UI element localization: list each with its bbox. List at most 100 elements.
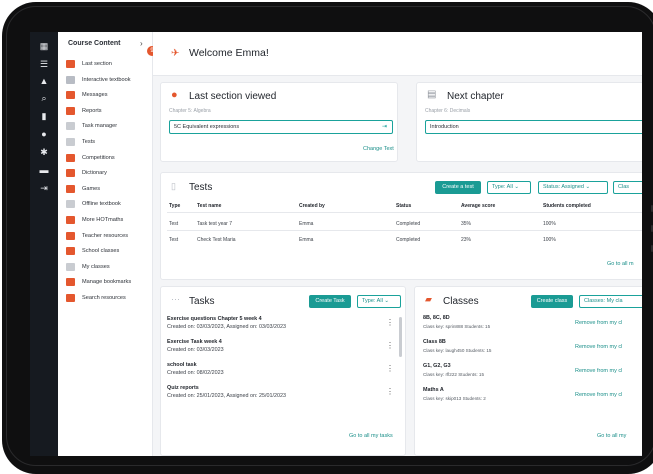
last-section-icon xyxy=(66,60,75,68)
sidebar-item-label: My classes xyxy=(82,263,110,270)
selected-chapter: Introduction xyxy=(430,124,459,130)
type-filter[interactable]: Type: All ⌄ xyxy=(487,181,531,194)
rocket-icon: ✈ xyxy=(171,48,180,59)
sidebar-item-interactive-textbook[interactable]: Interactive textbook xyxy=(66,74,152,86)
book-icon[interactable]: ▮ xyxy=(38,110,50,122)
go-to-all-classes-link[interactable]: Go to all my xyxy=(597,433,626,439)
more-options-icon[interactable]: ⋮ xyxy=(386,318,394,327)
cell-created-by: Emma xyxy=(299,237,314,243)
cell-average-score: 35% xyxy=(461,221,472,227)
sidebar-item-school-classes[interactable]: School classes xyxy=(66,245,152,257)
reports-icon xyxy=(66,106,75,115)
search-icon[interactable]: ⌕ xyxy=(38,92,50,104)
sidebar-item-my-classes[interactable]: My classes xyxy=(66,261,152,273)
messages-icon xyxy=(66,91,75,100)
more-options-icon[interactable]: ⋮ xyxy=(386,364,394,373)
list-icon[interactable]: ☰ xyxy=(38,58,50,70)
sidebar-item-tests[interactable]: Tests xyxy=(66,136,152,148)
sidebar-item-label: Interactive textbook xyxy=(82,76,131,83)
sidebar-item-offline-textbook[interactable]: Offline textbook xyxy=(66,198,152,210)
go-to-all-tests-link[interactable]: Go to all m xyxy=(607,261,634,267)
my-classes-icon xyxy=(66,262,75,271)
sidebar-item-teacher-resources[interactable]: Teacher resources xyxy=(66,230,152,242)
change-text-link[interactable]: Change Text xyxy=(363,146,394,152)
remove-class-link[interactable]: Remove from my cl xyxy=(575,392,622,398)
remove-class-link[interactable]: Remove from my cl xyxy=(575,344,622,350)
more-hotmaths-icon xyxy=(66,216,75,224)
card-title: Last section viewed xyxy=(189,91,277,102)
cell-created-by: Emma xyxy=(299,221,314,227)
chevron-right-icon[interactable]: › xyxy=(140,39,143,48)
clipboard-icon: ▯ xyxy=(171,181,176,191)
card-title: Tasks xyxy=(189,296,215,307)
create-class-button[interactable]: Create class xyxy=(531,295,573,308)
task-meta: Created on: 03/03/2023 xyxy=(167,347,224,353)
task-name: school task xyxy=(167,362,197,368)
column-header: Type xyxy=(169,203,181,209)
bell-icon[interactable]: ▲ xyxy=(38,75,50,87)
sidebar-item-last-section[interactable]: Last section xyxy=(66,58,152,70)
classes-filter-value: Classes: My cla xyxy=(584,298,623,304)
class-meta: Class key: skip013 Students: 2 xyxy=(423,396,486,401)
logout-icon[interactable]: ⇥ xyxy=(38,182,50,194)
type-filter-value: Type: All xyxy=(492,184,513,190)
message-icon[interactable]: ▬ xyxy=(38,164,50,176)
sidebar-item-label: School classes xyxy=(82,248,120,255)
column-header: Status xyxy=(396,203,412,209)
settings-icon[interactable]: ✱ xyxy=(38,146,50,158)
type-filter[interactable]: Type: All ⌄ xyxy=(357,295,401,308)
task-manager-icon xyxy=(66,122,75,131)
last-section-select[interactable]: 5C Equivalent expressions ⇥ xyxy=(169,120,393,134)
menu-heading: Course Content xyxy=(68,40,121,47)
sidebar-item-dictionary[interactable]: Dictionary xyxy=(66,167,152,179)
sidebar-item-label: Last section xyxy=(82,61,112,67)
games-icon xyxy=(66,184,75,193)
remove-class-link[interactable]: Remove from my cl xyxy=(575,320,622,326)
sidebar-item-label: Reports xyxy=(82,107,102,114)
help-icon[interactable]: ● xyxy=(38,128,50,140)
go-to-all-tasks-link[interactable]: Go to all my tasks xyxy=(349,433,393,439)
sidebar-item-label: Offline textbook xyxy=(82,201,121,208)
remove-class-link[interactable]: Remove from my cl xyxy=(575,368,622,374)
sidebar-item-label: Competitions xyxy=(82,154,115,161)
sidebar-item-reports[interactable]: Reports xyxy=(66,105,152,117)
cell-students-completed: 100% xyxy=(543,221,556,227)
sidebar-item-messages[interactable]: Messages xyxy=(66,89,152,101)
card-title: Classes xyxy=(443,296,479,307)
cell-status: Completed xyxy=(396,221,421,227)
divider xyxy=(167,212,642,213)
scrollbar[interactable] xyxy=(399,317,402,357)
welcome-message: Welcome Emma! xyxy=(189,47,269,59)
class-meta: Class key: sprin888 Students: 15 xyxy=(423,324,491,329)
course-content-menu: Course Content › 9 Last section Interacti… xyxy=(58,32,157,456)
go-arrow-icon[interactable]: ⇥ xyxy=(382,121,387,133)
task-meta: Created on: 08/02/2023 xyxy=(167,370,224,376)
dictionary-icon xyxy=(66,169,75,178)
tasks-icon: ⋯ xyxy=(171,294,180,304)
next-chapter-select[interactable]: Introduction xyxy=(425,120,642,134)
create-test-button[interactable]: Create a test xyxy=(435,181,481,194)
sidebar-item-more-hotmaths[interactable]: More HOTmaths xyxy=(66,214,152,226)
more-options-icon[interactable]: ⋮ xyxy=(386,387,394,396)
cell-status: Completed xyxy=(396,237,421,243)
create-task-button[interactable]: Create Task xyxy=(309,295,351,308)
more-options-icon[interactable]: ⋮ xyxy=(386,341,394,350)
sidebar-item-label: Search resources xyxy=(82,295,126,301)
sidebar-item-search-resources[interactable]: Search resources xyxy=(66,292,152,304)
grid-icon[interactable]: ▦ xyxy=(38,40,50,52)
last-section-card: ● Last section viewed Chapter 5: Algebra… xyxy=(160,82,398,162)
sidebar-item-games[interactable]: Games xyxy=(66,183,152,195)
sidebar-item-label: Teacher resources xyxy=(82,232,129,239)
sidebar-item-task-manager[interactable]: Task manager xyxy=(66,120,152,132)
status-filter[interactable]: Status: Assigned ⌄ xyxy=(538,181,608,194)
classes-filter[interactable]: Classes: My cla xyxy=(579,295,642,308)
sidebar-item-competitions[interactable]: Competitions xyxy=(66,152,152,164)
offline-textbook-icon xyxy=(66,200,75,209)
chapter-label: Chapter 5: Algebra xyxy=(169,108,211,114)
school-classes-icon xyxy=(66,247,75,256)
class-filter[interactable]: Clas xyxy=(613,181,642,194)
tests-card: ▯ Tests Create a test Type: All ⌄ Status… xyxy=(160,172,642,280)
sidebar-item-manage-bookmarks[interactable]: Manage bookmarks xyxy=(66,276,152,288)
sidebar-item-label: Games xyxy=(82,185,101,192)
cell-students-completed: 100% xyxy=(543,237,556,243)
